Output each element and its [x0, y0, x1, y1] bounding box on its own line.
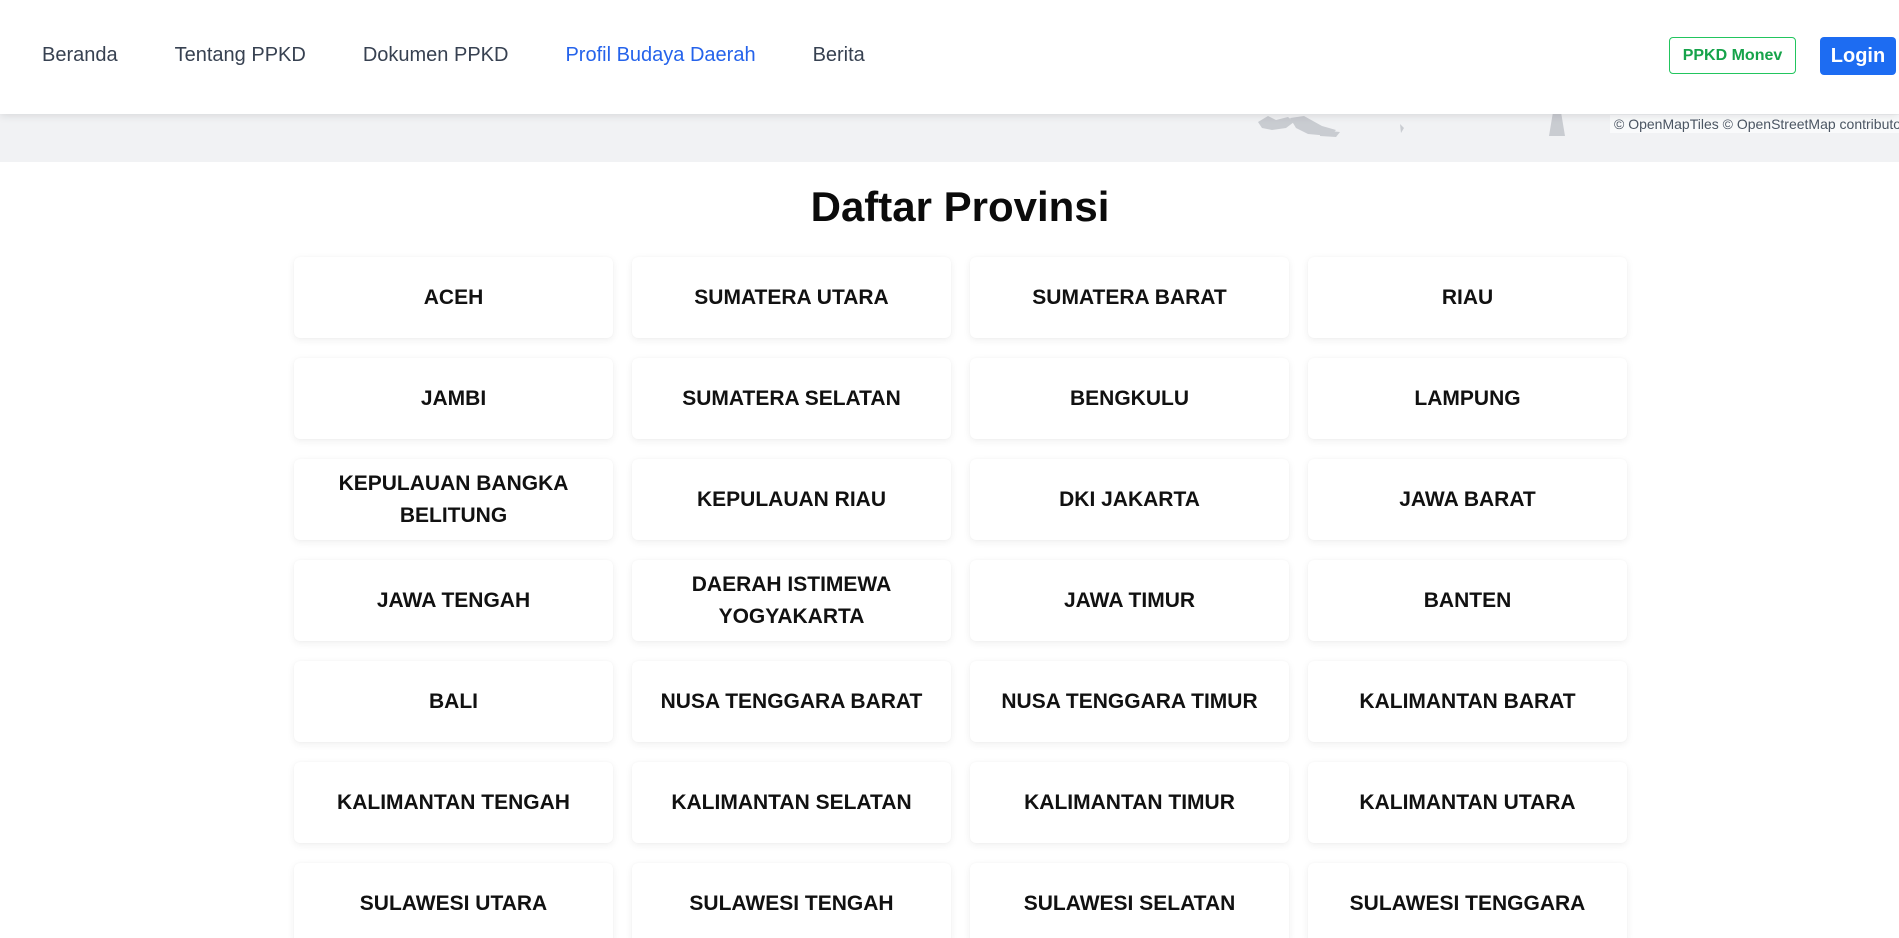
province-card[interactable]: KEPULAUAN BANGKA BELITUNG: [294, 459, 613, 540]
province-card[interactable]: RIAU: [1308, 257, 1627, 338]
province-card[interactable]: JAWA TENGAH: [294, 560, 613, 641]
province-card[interactable]: KALIMANTAN TIMUR: [970, 762, 1289, 843]
province-grid: ACEH SUMATERA UTARA SUMATERA BARAT RIAU JAMB…: [294, 257, 1627, 938]
province-card[interactable]: BANTEN: [1308, 560, 1627, 641]
province-card[interactable]: DAERAH ISTIMEWA YOGYAKARTA: [632, 560, 951, 641]
province-card[interactable]: BALI: [294, 661, 613, 742]
province-card[interactable]: KALIMANTAN UTARA: [1308, 762, 1627, 843]
province-card[interactable]: SUMATERA BARAT: [970, 257, 1289, 338]
province-card[interactable]: SULAWESI TENGGARA: [1308, 863, 1627, 938]
province-card[interactable]: KALIMANTAN BARAT: [1308, 661, 1627, 742]
page-title: Daftar Provinsi: [810, 183, 1110, 230]
province-card[interactable]: SUMATERA SELATAN: [632, 358, 951, 439]
province-card[interactable]: NUSA TENGGARA TIMUR: [970, 661, 1289, 742]
province-card[interactable]: SUMATERA UTARA: [632, 257, 951, 338]
province-card[interactable]: SULAWESI SELATAN: [970, 863, 1289, 938]
nav-link-beranda[interactable]: Beranda: [42, 44, 118, 67]
province-card[interactable]: SULAWESI UTARA: [294, 863, 613, 938]
province-card[interactable]: NUSA TENGGARA BARAT: [632, 661, 951, 742]
province-card[interactable]: LAMPUNG: [1308, 358, 1627, 439]
ppkd-monev-button[interactable]: PPKD Monev: [1669, 37, 1796, 74]
province-card[interactable]: JAWA TIMUR: [970, 560, 1289, 641]
province-card[interactable]: JAWA BARAT: [1308, 459, 1627, 540]
nav-link-profil-budaya-daerah[interactable]: Profil Budaya Daerah: [565, 44, 755, 67]
nav-link-dokumen-ppkd[interactable]: Dokumen PPKD: [363, 44, 509, 67]
province-card[interactable]: KEPULAUAN RIAU: [632, 459, 951, 540]
nav-link-tentang-ppkd[interactable]: Tentang PPKD: [175, 44, 306, 67]
province-card[interactable]: ACEH: [294, 257, 613, 338]
main-nav: Beranda Tentang PPKD Dokumen PPKD Profil Bu…: [42, 0, 922, 110]
province-card[interactable]: BENGKULU: [970, 358, 1289, 439]
top-navbar: Beranda Tentang PPKD Dokumen PPKD Profil Bu…: [0, 0, 1899, 114]
province-card[interactable]: KALIMANTAN SELATAN: [632, 762, 951, 843]
province-card[interactable]: KALIMANTAN TENGAH: [294, 762, 613, 843]
province-card[interactable]: SULAWESI TENGAH: [632, 863, 951, 938]
province-card[interactable]: JAMBI: [294, 358, 613, 439]
nav-link-berita[interactable]: Berita: [813, 44, 865, 67]
login-button[interactable]: Login: [1820, 37, 1896, 75]
province-card[interactable]: DKI JAKARTA: [970, 459, 1289, 540]
map-attribution[interactable]: © OpenMapTiles © OpenStreetMap contribut…: [1610, 115, 1899, 133]
